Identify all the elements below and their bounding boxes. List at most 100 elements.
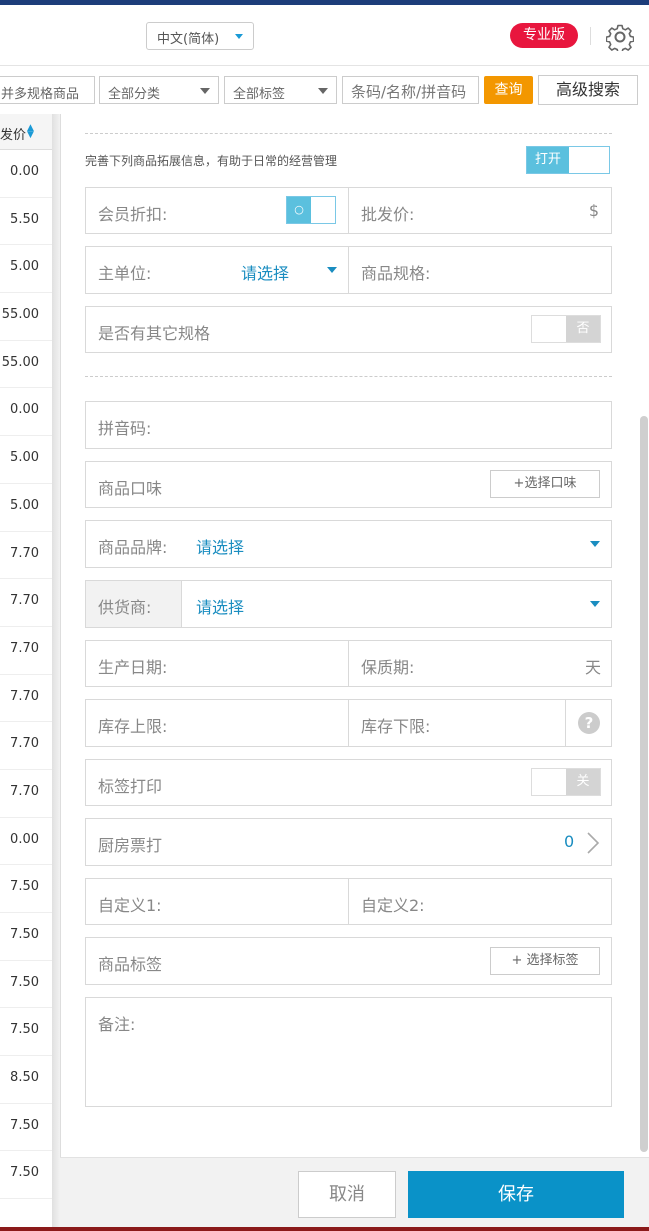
search-placeholder: 条码/名称/拼音码	[351, 83, 467, 101]
cancel-button[interactable]: 取消	[298, 1171, 396, 1218]
table-cell[interactable]: 5.50	[0, 198, 57, 246]
other-spec-label: 是否有其它规格	[98, 324, 211, 343]
spec-label: 商品规格:	[361, 264, 431, 283]
header: 中文(简体) 专业版	[0, 5, 649, 66]
table-cell[interactable]: 8.50	[0, 1056, 57, 1104]
kitchen-print-label: 厨房票打	[98, 836, 163, 855]
language-select[interactable]: 中文(简体)	[146, 22, 254, 50]
table-cell[interactable]: 7.50	[0, 865, 57, 913]
kitchen-print-field[interactable]: 厨房票打 0	[85, 818, 612, 866]
table-cell[interactable]: 55.00	[0, 341, 57, 389]
toggle-knob: ○	[287, 197, 311, 223]
supplier-field[interactable]: 供货商: 请选择	[85, 580, 612, 628]
label-print-field: 标签打印 关	[85, 759, 612, 806]
custom1-field[interactable]: 自定义1:	[85, 878, 349, 925]
table-cell[interactable]: 55.00	[0, 293, 57, 341]
gear-icon[interactable]	[606, 23, 634, 51]
column-header-label: 发价	[0, 128, 27, 143]
table-cell[interactable]: 7.70	[0, 675, 57, 723]
multi-spec-filter-label: 并多规格商品	[1, 87, 80, 102]
other-spec-field: 是否有其它规格 否	[85, 306, 612, 353]
select-flavor-button[interactable]: +选择口味	[490, 470, 600, 498]
shelf-life-field[interactable]: 保质期: 天	[348, 640, 612, 687]
sort-icon[interactable]: ▲ ▼	[27, 124, 34, 140]
category-select[interactable]: 全部分类	[99, 76, 219, 104]
other-spec-toggle[interactable]: 否	[531, 315, 601, 343]
panel-shadow	[52, 114, 60, 1231]
column-header[interactable]: 发价 ▲ ▼	[0, 114, 57, 150]
extension-toggle[interactable]: 打开	[526, 146, 610, 174]
currency-unit: $	[588, 201, 599, 220]
dropdown-arrow-icon	[318, 88, 328, 94]
main-unit-value: 请选择	[241, 264, 290, 283]
stock-upper-label: 库存上限:	[98, 717, 168, 736]
chevron-down-icon	[235, 34, 243, 39]
table-cell[interactable]: 7.50	[0, 1008, 57, 1057]
pinyin-field[interactable]: 拼音码:	[85, 401, 612, 449]
supplier-label: 供货商:	[98, 598, 152, 617]
label-print-toggle[interactable]: 关	[531, 768, 601, 796]
table-cell[interactable]: 7.50	[0, 1104, 57, 1152]
language-label: 中文(简体)	[157, 32, 220, 47]
table-cell[interactable]: 7.70	[0, 532, 57, 580]
remark-textarea[interactable]: 备注:	[85, 997, 612, 1107]
custom2-label: 自定义2:	[361, 896, 425, 915]
table-cell[interactable]: 7.50	[0, 961, 57, 1009]
brand-field[interactable]: 商品品牌: 请选择	[85, 520, 612, 568]
table-cell[interactable]: 0.00	[0, 818, 57, 866]
chevron-down-icon	[327, 267, 337, 273]
supplier-label-cell: 供货商:	[86, 581, 182, 627]
tag-label: 全部标签	[233, 87, 286, 102]
custom2-field[interactable]: 自定义2:	[348, 878, 612, 925]
query-button[interactable]: 查询	[484, 76, 533, 104]
table-cell[interactable]: 5.00	[0, 436, 57, 484]
table-cell[interactable]: 7.50	[0, 913, 57, 961]
member-discount-field: 会员折扣: ○	[85, 187, 349, 234]
brand-label: 商品品牌:	[98, 538, 168, 557]
edition-badge[interactable]: 专业版	[510, 23, 578, 48]
table-cell[interactable]: 7.70	[0, 579, 57, 627]
table-cell[interactable]: 7.70	[0, 627, 57, 675]
table-cell[interactable]: 0.00	[0, 150, 57, 198]
footer: 取消 保存	[60, 1157, 649, 1227]
help-cell: ?	[565, 700, 611, 746]
stock-upper-field[interactable]: 库存上限:	[85, 699, 349, 747]
toggle-off-label: 关	[566, 769, 600, 795]
table-cell[interactable]: 7.70	[0, 722, 57, 770]
save-button[interactable]: 保存	[408, 1171, 624, 1218]
custom1-label: 自定义1:	[98, 896, 162, 915]
shelf-life-label: 保质期:	[361, 658, 415, 677]
main-unit-label: 主单位:	[98, 264, 152, 283]
bottom-strip	[0, 1227, 649, 1231]
stock-lower-field[interactable]: 库存下限: ?	[348, 699, 612, 747]
search-input[interactable]: 条码/名称/拼音码	[342, 76, 479, 104]
table-cell[interactable]: 0.00	[0, 388, 57, 437]
member-discount-toggle[interactable]: ○	[286, 196, 336, 224]
dashed-divider	[85, 133, 612, 134]
category-label: 全部分类	[108, 87, 161, 102]
flavor-field: 商品口味 +选择口味	[85, 461, 612, 508]
scrollbar[interactable]	[640, 416, 648, 1152]
toggle-off-label: 否	[566, 316, 600, 342]
intro-text: 完善下列商品拓展信息，有助于日常的经营管理	[85, 154, 338, 168]
toggle-on-label: 打开	[527, 147, 569, 173]
advanced-search-button[interactable]: 高级搜索	[538, 75, 638, 105]
main-unit-field[interactable]: 主单位: 请选择	[85, 246, 349, 294]
product-tags-label: 商品标签	[98, 955, 163, 974]
chevron-down-icon	[590, 541, 600, 547]
wholesale-price-field[interactable]: 批发价: $	[348, 187, 612, 234]
table-cell[interactable]: 7.50	[0, 1151, 57, 1200]
multi-spec-filter[interactable]: 并多规格商品	[0, 76, 95, 104]
pinyin-label: 拼音码:	[98, 419, 152, 438]
table-cell[interactable]: 5.00	[0, 245, 57, 294]
table-cell[interactable]: 7.70	[0, 770, 57, 818]
select-tags-button[interactable]: + 选择标签	[490, 947, 600, 975]
help-icon[interactable]: ?	[578, 712, 600, 734]
production-date-label: 生产日期:	[98, 658, 168, 677]
tag-select[interactable]: 全部标签	[224, 76, 337, 104]
spec-field[interactable]: 商品规格:	[348, 246, 612, 294]
table-cell[interactable]: 5.00	[0, 484, 57, 532]
shelf-life-unit: 天	[584, 658, 601, 677]
production-date-field[interactable]: 生产日期:	[85, 640, 349, 687]
toolbar: 并多规格商品 全部分类 全部标签 条码/名称/拼音码 查询 高级搜索	[0, 66, 649, 114]
